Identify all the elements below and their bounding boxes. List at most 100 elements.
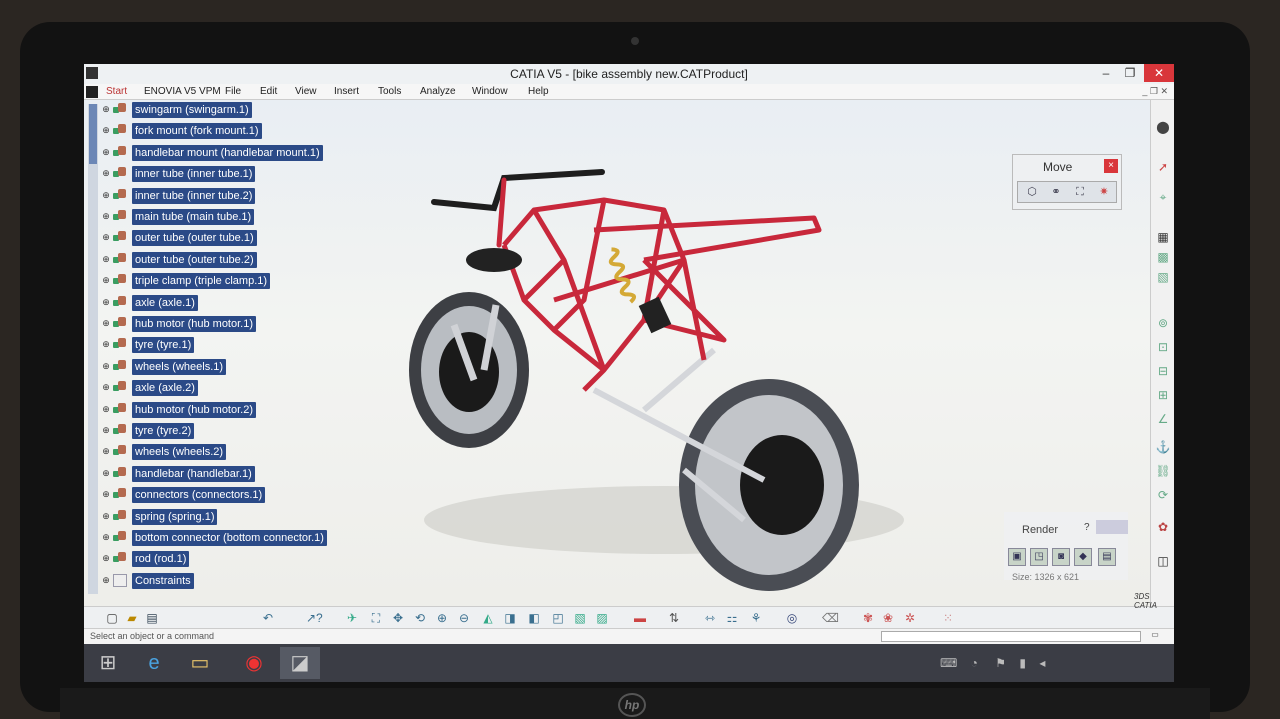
space-analysis-icon[interactable]: ◎ [784, 610, 800, 626]
tree-node-label[interactable]: axle (axle.2) [132, 380, 198, 396]
tree-node-label[interactable]: main tube (main tube.1) [132, 209, 255, 225]
explode-icon[interactable]: ✷ [1096, 185, 1112, 199]
expand-icon[interactable]: ⊕ [102, 554, 110, 563]
fly-mode-icon[interactable]: ✈ [344, 610, 360, 626]
tree-node-label[interactable]: fork mount (fork mount.1) [132, 123, 262, 139]
tree-node-label[interactable]: outer tube (outer tube.2) [132, 252, 257, 268]
component-icon[interactable]: ▩ [1155, 250, 1171, 264]
tree-node-label[interactable]: wheels (wheels.2) [132, 444, 227, 460]
expand-icon[interactable]: ⊕ [102, 298, 110, 307]
constraint-icon[interactable]: ⊚ [1155, 316, 1171, 330]
tree-node-label[interactable]: handlebar mount (handlebar mount.1) [132, 145, 323, 161]
menu-tools[interactable]: Tools [378, 86, 401, 97]
keyboard-icon[interactable]: ⌨ [940, 656, 957, 670]
close-button[interactable]: ✕ [1144, 64, 1174, 82]
tree-node-label[interactable]: connectors (connectors.1) [132, 487, 266, 503]
maximize-button[interactable]: ❐ [1118, 64, 1142, 82]
clash-icon[interactable]: ⚘ [748, 610, 764, 626]
network-icon[interactable]: ◔ [971, 656, 978, 670]
expand-icon[interactable]: ⊕ [102, 576, 110, 585]
analysis-icon[interactable]: ✿ [1155, 520, 1171, 534]
render-help-button[interactable]: ? [1084, 522, 1090, 533]
expand-icon[interactable]: ⊕ [102, 255, 110, 264]
catia-taskbar-icon[interactable]: ◪ [280, 647, 320, 679]
angle-icon[interactable]: ∠ [1155, 412, 1171, 426]
distance-icon[interactable]: ⇿ [702, 610, 718, 626]
pan-icon[interactable]: ✥ [390, 610, 406, 626]
cube-icon[interactable]: ◫ [1155, 554, 1171, 568]
tree-node-label[interactable]: tyre (tyre.1) [132, 337, 195, 353]
menu-insert[interactable]: Insert [334, 86, 359, 97]
expand-icon[interactable]: ⊕ [102, 276, 110, 285]
tree-node-label[interactable]: wheels (wheels.1) [132, 359, 227, 375]
render-camera-icon[interactable]: ◙ [1052, 548, 1070, 566]
document-window-controls[interactable]: _ ❐ ✕ [1142, 86, 1168, 97]
render-save-icon[interactable]: ▤ [1098, 548, 1116, 566]
expand-icon[interactable]: ⊕ [102, 148, 110, 157]
snap-icon[interactable]: ⚭ [1048, 185, 1064, 199]
move-panel-close-button[interactable]: × [1104, 159, 1118, 173]
product-structure-icon[interactable]: ▦ [1155, 230, 1171, 244]
hide-show-icon[interactable]: ◰ [550, 610, 566, 626]
workbench-icon-3[interactable]: ✲ [902, 610, 918, 626]
menu-enovia[interactable]: ENOVIA V5 VPM [144, 86, 221, 97]
fly-icon[interactable]: ⬤ [1155, 120, 1171, 134]
open-icon[interactable]: ▰ [124, 610, 140, 626]
tree-scrollbar-thumb[interactable] [89, 104, 97, 164]
existing-component-icon[interactable]: ▧ [1155, 270, 1171, 284]
view-mode-icon[interactable]: ◧ [526, 610, 542, 626]
menu-start[interactable]: Start [106, 86, 127, 97]
tree-node-label[interactable]: swingarm (swingarm.1) [132, 102, 252, 118]
battery-icon[interactable]: ▮ [1019, 656, 1026, 670]
fix-together-icon[interactable]: ⛓ [1155, 464, 1171, 478]
expand-icon[interactable]: ⊕ [102, 340, 110, 349]
chrome-icon[interactable]: ◉ [234, 647, 274, 679]
file-explorer-icon[interactable]: ▭ [180, 647, 220, 679]
workbench-icon-1[interactable]: ✾ [860, 610, 876, 626]
render-shoot-icon[interactable]: ▣ [1008, 548, 1026, 566]
volume-icon[interactable]: ◂ [1039, 656, 1045, 670]
expand-icon[interactable]: ⊕ [102, 533, 110, 542]
tree-node-label[interactable]: bottom connector (bottom connector.1) [132, 530, 327, 546]
fit-all-icon[interactable]: ⛶ [368, 610, 384, 626]
smart-move-icon[interactable]: ⛶ [1072, 185, 1088, 199]
grid-icon[interactable]: ⁙ [940, 610, 956, 626]
expand-icon[interactable]: ⊕ [102, 383, 110, 392]
tree-node-label[interactable]: outer tube (outer tube.1) [132, 230, 257, 246]
eraser-icon[interactable]: ⌫ [822, 610, 839, 626]
update-icon[interactable]: ⟳ [1155, 488, 1171, 502]
flag-icon[interactable]: ⚑ [995, 656, 1006, 670]
menu-file[interactable]: File [225, 86, 241, 97]
windows-start-icon[interactable]: ⊞ [88, 647, 128, 679]
menu-help[interactable]: Help [528, 86, 549, 97]
expand-icon[interactable]: ⊕ [102, 126, 110, 135]
expand-icon[interactable]: ⊕ [102, 319, 110, 328]
tree-scrollbar[interactable] [88, 104, 98, 594]
menu-analyze[interactable]: Analyze [420, 86, 456, 97]
measure-icon[interactable]: ⌖ [1155, 190, 1171, 204]
tree-node-label[interactable]: axle (axle.1) [132, 295, 198, 311]
tree-node-label[interactable]: hub motor (hub motor.2) [132, 402, 257, 418]
expand-icon[interactable]: ⊕ [102, 447, 110, 456]
menu-view[interactable]: View [295, 86, 317, 97]
save-icon[interactable]: ▤ [144, 610, 160, 626]
select-arrow-icon[interactable]: ➚ [1155, 160, 1171, 174]
tree-node-label[interactable]: handlebar (handlebar.1) [132, 466, 255, 482]
iso-view-icon[interactable]: ◨ [502, 610, 518, 626]
swap-visible-icon[interactable]: ▧ [572, 610, 588, 626]
tree-node-label[interactable]: spring (spring.1) [132, 509, 218, 525]
tree-node-label[interactable]: rod (rod.1) [132, 551, 190, 567]
material-icon[interactable]: ▨ [594, 610, 610, 626]
render-light-icon[interactable]: ◆ [1074, 548, 1092, 566]
menu-window[interactable]: Window [472, 86, 508, 97]
command-ok-button[interactable]: ▭ [1146, 630, 1164, 642]
sectioning-icon[interactable]: ⇅ [666, 610, 682, 626]
expand-icon[interactable]: ⊕ [102, 469, 110, 478]
expand-icon[interactable]: ⊕ [102, 191, 110, 200]
zoom-in-icon[interactable]: ⊕ [434, 610, 450, 626]
undo-icon[interactable]: ↶ [260, 610, 276, 626]
expand-icon[interactable]: ⊕ [102, 512, 110, 521]
zoom-out-icon[interactable]: ⊖ [456, 610, 472, 626]
whats-this-icon[interactable]: ↗? [306, 610, 323, 626]
catalog-icon[interactable]: ▬ [632, 610, 648, 626]
